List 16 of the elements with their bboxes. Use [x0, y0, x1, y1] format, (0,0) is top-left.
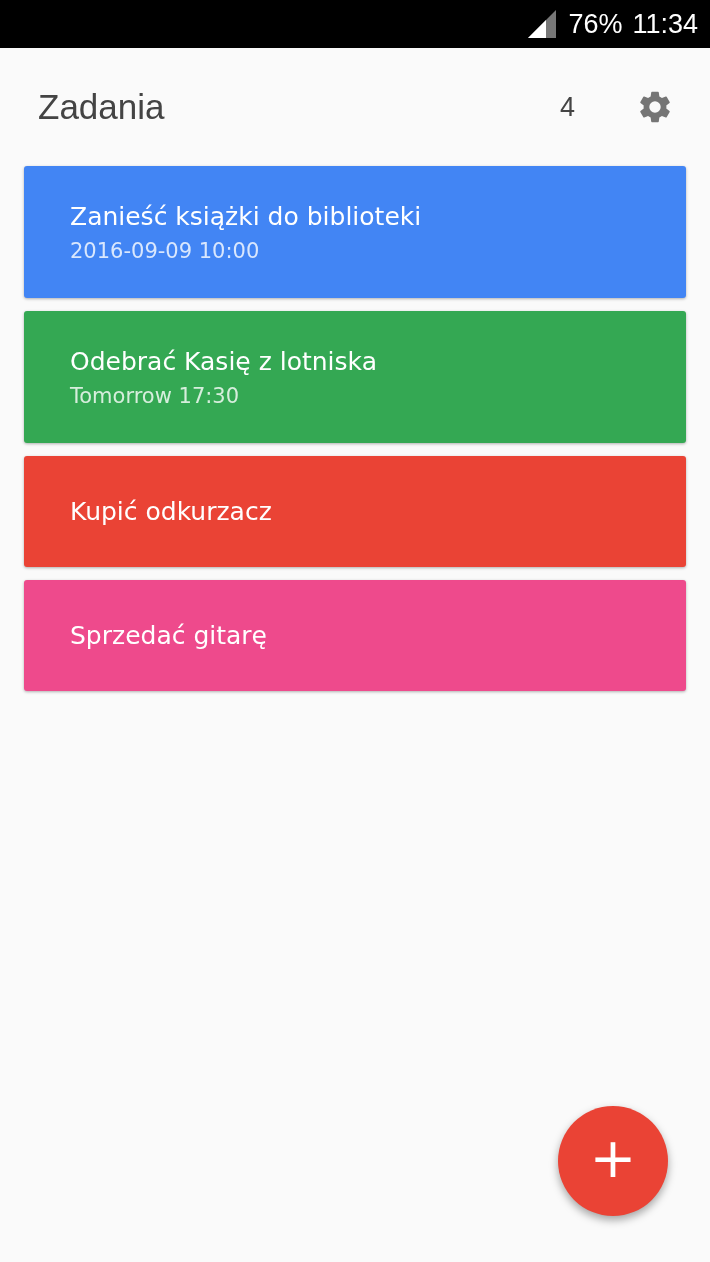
- task-due-date: 2016-09-09 10:00: [70, 238, 261, 263]
- app-title: Zadania: [38, 87, 166, 127]
- signal-icon: [528, 10, 557, 38]
- clock: 11:34: [632, 8, 698, 40]
- task-card[interactable]: Odebrać Kasię z lotniska Tomorrow 17:30: [24, 311, 686, 443]
- add-button[interactable]: +: [558, 1106, 668, 1216]
- task-count: 4: [559, 91, 575, 123]
- task-card[interactable]: Zanieść książki do biblioteki 2016-09-09 10:00: [24, 166, 686, 298]
- task-title: Odebrać Kasię z lotniska: [70, 346, 378, 376]
- task-card[interactable]: Sprzedać gitarę: [24, 580, 686, 691]
- task-title: Zanieść książki do biblioteki: [70, 201, 423, 231]
- task-title: Sprzedać gitarę: [70, 621, 268, 650]
- task-title: Kupić odkurzacz: [70, 497, 273, 526]
- task-due-date: Tomorrow 17:30: [70, 383, 241, 408]
- task-card[interactable]: Kupić odkurzacz: [24, 456, 686, 567]
- battery-level: 76%: [568, 8, 623, 40]
